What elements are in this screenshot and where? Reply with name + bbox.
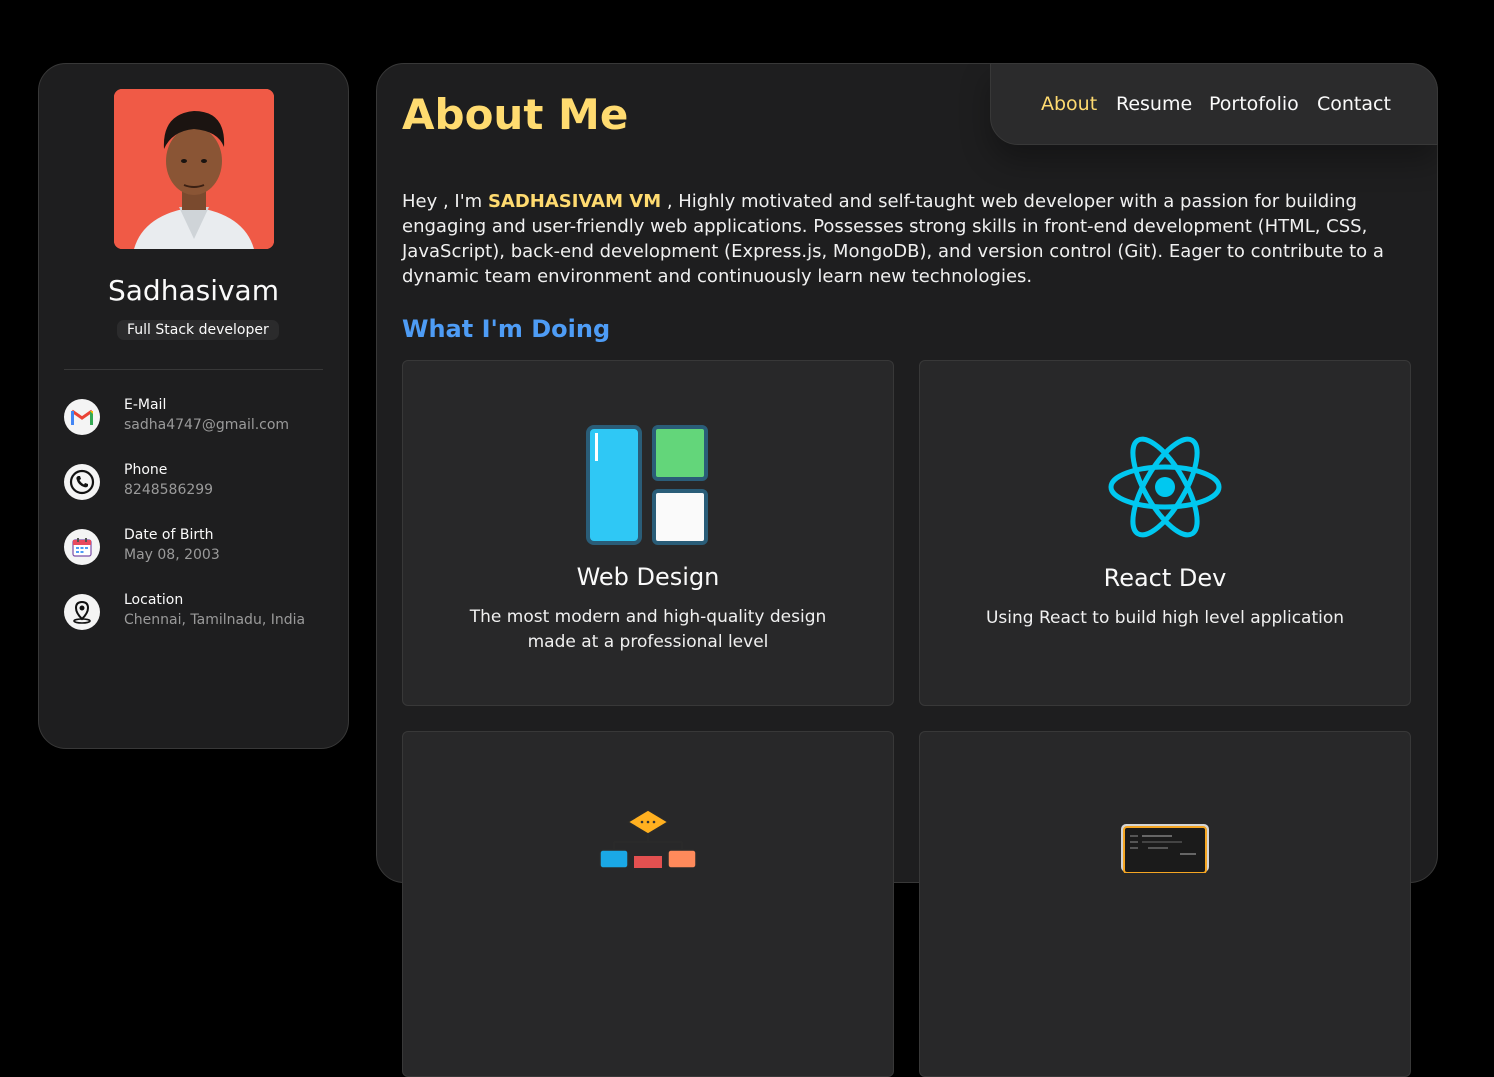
about-text: Hey , I'm SADHASIVAM VM , Highly motivat… xyxy=(402,189,1417,289)
separator xyxy=(64,369,323,370)
email-link[interactable]: sadha4747@gmail.com xyxy=(124,417,289,433)
calendar-icon xyxy=(64,529,100,565)
contact-title: Date of Birth xyxy=(124,527,214,543)
page-title: About Me xyxy=(402,90,629,139)
location-pin-icon xyxy=(64,594,100,630)
section-heading: What I'm Doing xyxy=(402,315,611,343)
contact-dob: Date of Birth May 08, 2003 xyxy=(64,527,334,571)
contact-title: E-Mail xyxy=(124,397,167,413)
service-card-flowchart xyxy=(402,731,894,1077)
gmail-icon xyxy=(64,399,100,435)
card-description: Using React to build high level applicat… xyxy=(985,608,1345,628)
nav-portfolio[interactable]: Portofolio xyxy=(1209,93,1299,115)
card-title: React Dev xyxy=(1103,564,1227,592)
service-card-web-design: Web Design The most modern and high-qual… xyxy=(402,360,894,706)
contact-phone: Phone 8248586299 xyxy=(64,462,334,506)
phone-link[interactable]: 8248586299 xyxy=(124,482,213,498)
main-panel: About Me About Resume Portofolio Contact… xyxy=(376,63,1438,1077)
avatar xyxy=(114,89,274,249)
service-card-code xyxy=(919,731,1411,1077)
contact-value: May 08, 2003 xyxy=(124,547,220,563)
web-design-icon xyxy=(403,425,893,547)
nav-resume[interactable]: Resume xyxy=(1116,93,1192,115)
nav-about[interactable]: About xyxy=(1041,93,1097,115)
highlight-name: SADHASIVAM VM xyxy=(487,191,662,212)
code-window-icon xyxy=(920,823,1410,873)
navbar: About Resume Portofolio Contact xyxy=(990,63,1438,145)
react-icon xyxy=(920,435,1410,539)
about-intro-prefix: Hey , I'm xyxy=(402,191,488,212)
phone-icon xyxy=(64,464,100,500)
contact-title: Phone xyxy=(124,462,168,478)
profile-name: Sadhasivam xyxy=(108,274,279,307)
nav-contact[interactable]: Contact xyxy=(1317,93,1391,115)
contact-email: E-Mail sadha4747@gmail.com xyxy=(64,397,334,441)
contact-location: Location Chennai, Tamilnadu, India xyxy=(64,592,334,636)
card-description: The most modern and high-quality design … xyxy=(469,607,827,652)
service-card-react: React Dev Using React to build high leve… xyxy=(919,360,1411,706)
sidebar: Sadhasivam Full Stack developer E-Mail s… xyxy=(38,63,349,749)
contact-title: Location xyxy=(124,592,184,608)
card-title: Web Design xyxy=(576,563,720,591)
flowchart-icon xyxy=(403,808,893,868)
contact-value: Chennai, Tamilnadu, India xyxy=(124,612,306,628)
role-badge: Full Stack developer xyxy=(117,320,279,340)
